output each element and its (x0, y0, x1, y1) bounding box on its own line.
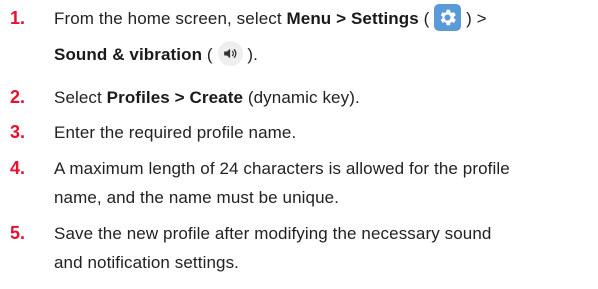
step-number: 5. (10, 223, 26, 243)
step-text-line: Save the new profile after modifying the… (54, 224, 492, 243)
step-number: 3. (10, 122, 26, 142)
step-text-plain: Enter the required profile name. (54, 123, 297, 142)
menu-path-label: Profiles > Create (106, 88, 244, 107)
paren-close: ) > (466, 9, 487, 28)
paren-open: ( (418, 9, 430, 28)
step-text-line: name, and the name must be unique. (54, 188, 340, 207)
step-number: 2. (10, 87, 26, 107)
step-text-line: A maximum length of 24 characters is all… (54, 159, 510, 178)
step-number: 1. (10, 8, 26, 28)
step-text: From the home screen, select Menu > Sett… (54, 4, 589, 69)
steps-list: 1. From the home screen, select Menu > S… (0, 0, 598, 289)
step-text: Save the new profile after modifying the… (54, 219, 589, 277)
step-text-plain: Select (54, 88, 107, 107)
step-text-plain: From the home screen, select (54, 9, 287, 28)
paren-open: ( (202, 45, 213, 65)
speaker-icon (217, 41, 243, 67)
sound-vibration-label: Sound & vibration (54, 45, 203, 65)
step-text: Select Profiles > Create (dynamic key). (54, 83, 589, 112)
step-text-plain: (dynamic key). (243, 88, 360, 107)
step-text: A maximum length of 24 characters is all… (54, 154, 589, 212)
menu-path-label: Menu > Settings (286, 9, 419, 28)
settings-gear-icon (434, 4, 462, 32)
paren-close: ). (247, 45, 258, 65)
step-text: Enter the required profile name. (54, 118, 589, 147)
step-number: 4. (10, 158, 26, 178)
step-text-line: and notification settings. (54, 253, 239, 272)
